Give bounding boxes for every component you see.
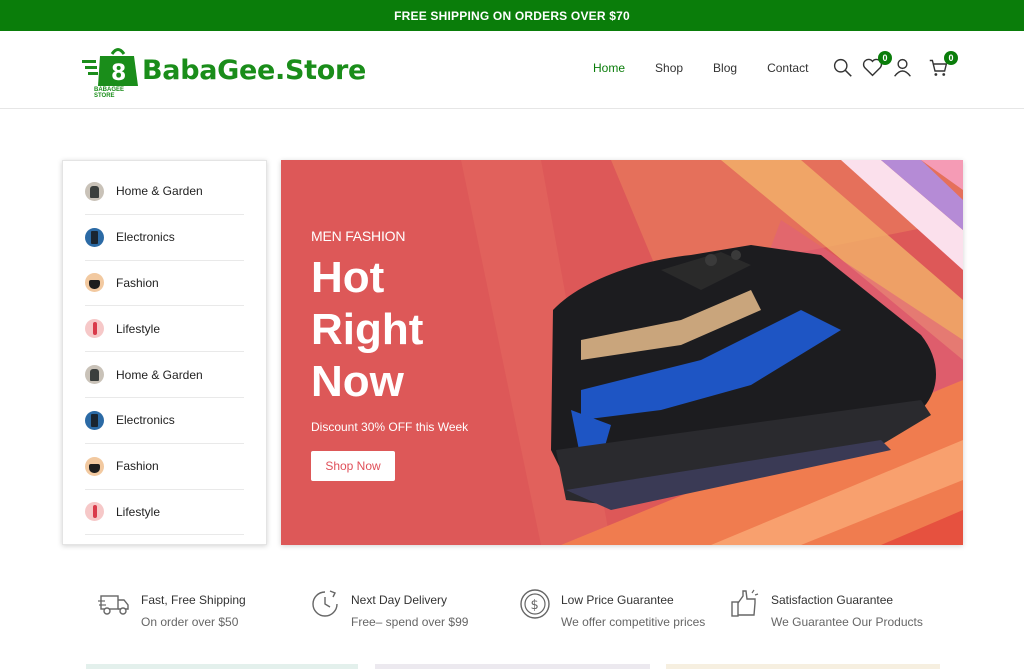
logo-subtext: BABAGEE STORE [94, 87, 125, 99]
nav-blog[interactable]: Blog [713, 61, 737, 75]
feature-desc: Free– spend over $99 [351, 615, 469, 629]
truck-icon [98, 595, 129, 615]
category-label: Home & Garden [116, 184, 203, 199]
category-label: Electronics [116, 413, 175, 428]
hero-title-line: Now [311, 357, 404, 406]
electronics-thumb-icon [85, 410, 104, 430]
category-label: Lifestyle [116, 321, 161, 336]
feature-strip: Fast, Free Shipping On order over $50 Ne… [98, 587, 958, 637]
feature-title: Next Day Delivery [351, 593, 448, 607]
heart-icon[interactable]: 0 [862, 51, 892, 78]
cart-icon[interactable]: 0 [928, 51, 958, 78]
promo-card-edge [86, 664, 358, 669]
home-garden-thumb-icon [85, 181, 104, 201]
category-label: Electronics [116, 230, 175, 245]
home-garden-thumb-icon [85, 365, 104, 385]
wishlist-count-badge: 0 [878, 51, 892, 65]
feature-desc: On order over $50 [141, 615, 239, 629]
nav-shop[interactable]: Shop [655, 61, 683, 75]
lifestyle-thumb-icon [85, 502, 104, 522]
cart-count-badge: 0 [944, 51, 958, 65]
main-nav: Home Shop Blog Contact [593, 61, 808, 75]
hero-tagline: MEN FASHION [311, 228, 406, 244]
promo-card-edge [666, 664, 940, 669]
feature-title: Fast, Free Shipping [141, 593, 246, 607]
feature-desc: We Guarantee Our Products [771, 615, 923, 629]
fashion-thumb-icon [85, 456, 104, 476]
shop-now-button[interactable]: Shop Now [311, 451, 395, 481]
category-item[interactable]: Fashion [85, 261, 244, 307]
search-icon[interactable] [832, 57, 853, 78]
fashion-thumb-icon [85, 273, 104, 293]
feature-title: Low Price Guarantee [561, 593, 674, 607]
shopping-bag-logo-icon: 8 BABAGEE STORE [82, 44, 140, 99]
category-label: Home & Garden [116, 367, 203, 382]
dollar-icon: $ [520, 589, 550, 619]
electronics-thumb-icon [85, 227, 104, 247]
category-sidebar: Home & Garden Electronics Fashion Lifest… [62, 160, 267, 545]
shipping-banner: FREE SHIPPING ON ORDERS OVER $70 [0, 0, 1024, 31]
hero-title: Hot Right Now [311, 252, 551, 408]
hero-title-line: Hot [311, 253, 385, 302]
category-item[interactable]: Fashion [85, 444, 244, 490]
feature-delivery: Next Day Delivery Free– spend over $99 [308, 587, 468, 629]
thumbs-up-icon [731, 589, 759, 617]
category-item[interactable]: Home & Garden [85, 169, 244, 215]
svg-text:8: 8 [111, 61, 126, 86]
category-item[interactable]: Electronics [85, 398, 244, 444]
logo-text: BabaGee.Store [142, 54, 367, 86]
category-item[interactable]: Lifestyle [85, 490, 244, 536]
nav-contact[interactable]: Contact [767, 61, 808, 75]
category-item[interactable]: Lifestyle [85, 306, 244, 353]
category-item[interactable]: Electronics [85, 215, 244, 261]
header-icons: 0 0 [832, 51, 958, 78]
site-header: 8 BABAGEE STORE BabaGee.Store Home Shop … [0, 31, 1024, 109]
svg-text:$: $ [531, 598, 539, 613]
feature-price: $ Low Price Guarantee We offer competiti… [518, 587, 705, 629]
user-icon[interactable] [892, 57, 913, 78]
nav-home[interactable]: Home [593, 61, 625, 75]
category-label: Fashion [116, 275, 159, 290]
feature-satisfaction: Satisfaction Guarantee We Guarantee Our … [728, 587, 923, 629]
clock-icon [312, 590, 338, 617]
feature-shipping: Fast, Free Shipping On order over $50 [98, 587, 246, 629]
lifestyle-thumb-icon [85, 319, 104, 339]
category-label: Fashion [116, 459, 159, 474]
feature-desc: We offer competitive prices [561, 615, 706, 629]
category-label: Lifestyle [116, 504, 161, 519]
hero-banner: MEN FASHION Hot Right Now Discount 30% O… [281, 160, 963, 545]
hero-subtitle: Discount 30% OFF this Week [311, 420, 469, 434]
feature-title: Satisfaction Guarantee [771, 593, 894, 607]
promo-card-edge [375, 664, 650, 669]
category-item[interactable]: Home & Garden [85, 352, 244, 398]
hero-title-line: Right [311, 305, 424, 354]
site-logo[interactable]: 8 BABAGEE STORE BabaGee.Store [82, 41, 366, 99]
